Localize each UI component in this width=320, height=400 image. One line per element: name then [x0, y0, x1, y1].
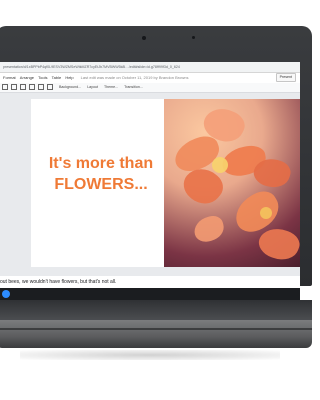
- shelf: [0, 288, 300, 300]
- textbox-icon[interactable]: [47, 84, 53, 91]
- undo-icon[interactable]: [11, 84, 17, 91]
- menu-bar: Format Arrange Tools Table Help Last edi…: [0, 73, 300, 82]
- slide-title-line-2: FLOWERS...: [54, 176, 148, 193]
- last-edit-link[interactable]: Last edit was made on October 11, 2019 b…: [81, 75, 189, 80]
- present-button[interactable]: Present: [275, 73, 296, 82]
- slide-title-line-1: It's more than: [48, 155, 154, 172]
- menu-item-arrange[interactable]: Arrange: [20, 75, 34, 80]
- menu-item-help[interactable]: Help: [65, 75, 73, 80]
- menu-item-format[interactable]: Format: [3, 75, 16, 80]
- slide-title[interactable]: It's more than FLOWERS...: [41, 153, 161, 195]
- redo-icon[interactable]: [20, 84, 26, 91]
- slide-canvas: It's more than FLOWERS...: [0, 93, 300, 276]
- background-button[interactable]: Background...: [59, 85, 81, 89]
- layout-button[interactable]: Layout: [87, 85, 98, 89]
- print-icon[interactable]: [29, 84, 35, 91]
- launcher-icon[interactable]: [2, 290, 10, 298]
- speaker-notes-text: out bees, we wouldn't have flowers, but …: [0, 279, 117, 285]
- menu-item-tools[interactable]: Tools: [38, 75, 47, 80]
- theme-button[interactable]: Theme...: [104, 85, 118, 89]
- transition-button[interactable]: Transition...: [124, 85, 143, 89]
- flower-photo[interactable]: [164, 99, 300, 267]
- menu-item-table[interactable]: Table: [52, 75, 62, 80]
- add-slide-icon[interactable]: [2, 84, 8, 91]
- address-bar-text: presentation/d/1xBPPbP4qf0L9ESV3WZMSeWtk…: [3, 65, 180, 69]
- camera-icon: [142, 36, 146, 40]
- select-icon[interactable]: [38, 84, 44, 91]
- bezel-bottom: [0, 300, 312, 320]
- hinge: [0, 328, 312, 330]
- speaker-notes[interactable]: out bees, we wouldn't have flowers, but …: [0, 277, 300, 288]
- toolbar: Background... Layout Theme... Transition…: [0, 83, 300, 93]
- address-bar[interactable]: presentation/d/1xBPPbP4qf0L9ESV3WZMSeWtk…: [0, 62, 300, 73]
- shadow: [20, 350, 280, 360]
- screen: presentation/d/1xBPPbP4qf0L9ESV3WZMSeWtk…: [0, 62, 300, 288]
- sensor-icon: [192, 36, 195, 39]
- laptop-base: [0, 320, 312, 348]
- slide[interactable]: It's more than FLOWERS...: [31, 99, 300, 267]
